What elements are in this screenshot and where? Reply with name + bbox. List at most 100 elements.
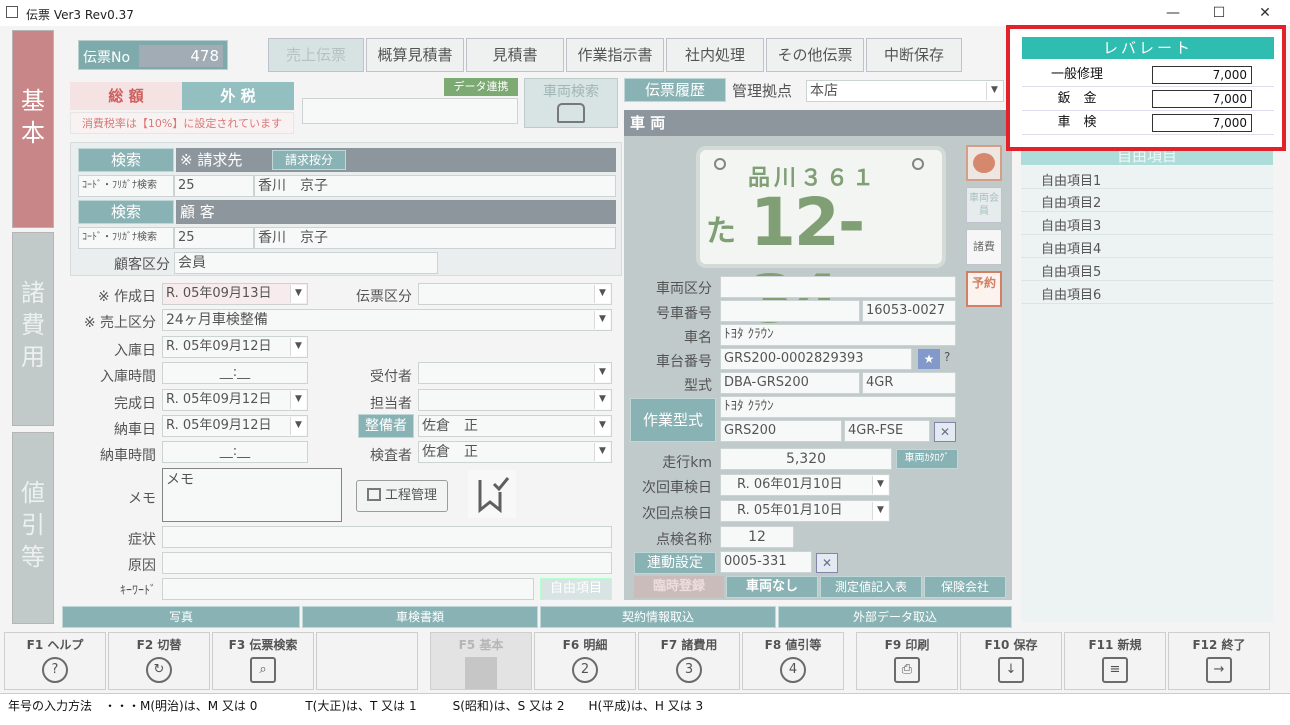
tab-photo[interactable]: 写真 [62, 606, 300, 628]
sidebar-tab-basic[interactable]: 基本 [12, 30, 54, 228]
model-no-input-a[interactable] [720, 300, 860, 322]
in-date-picker[interactable]: R. 05年09月12日 ▼ [162, 336, 308, 358]
engine-input[interactable]: 4GR [862, 372, 956, 394]
work-engine-input[interactable]: 4GR-FSE [844, 420, 930, 442]
chassis-input[interactable]: GRS200-0002829393 [720, 348, 912, 370]
car-name-input[interactable]: ﾄﾖﾀ ｸﾗｳﾝ [720, 324, 956, 346]
cause-input[interactable] [162, 552, 612, 574]
list-item[interactable]: 自由項目6 [1041, 284, 1101, 303]
deliver-time-input[interactable]: __:__ [162, 441, 308, 463]
data-link-button[interactable]: データ連携 [444, 78, 518, 96]
total-amount-field[interactable] [302, 98, 518, 124]
list-item[interactable]: 自由項目5 [1041, 261, 1101, 280]
slip-class-select[interactable]: ▼ [418, 283, 612, 305]
customer-class-input[interactable]: 会員 [174, 252, 438, 274]
customer-code-input[interactable]: 25 [174, 227, 254, 249]
f6-detail-button[interactable]: F6 明細 2 [534, 632, 636, 690]
maximize-button[interactable]: ☐ [1196, 0, 1242, 26]
tab-contract-import[interactable]: 契約情報取込 [540, 606, 776, 628]
in-time-input[interactable]: __:__ [162, 362, 308, 384]
base-select[interactable]: 本店 ▼ [806, 80, 1004, 102]
customer-name-input[interactable]: 香川 京子 [254, 227, 616, 249]
memo-textarea[interactable]: メモ [162, 468, 342, 522]
billing-code-input[interactable]: 25 [174, 175, 254, 197]
sidebar-tab-discount[interactable]: 値引等 [12, 432, 54, 624]
clear-icon[interactable]: ✕ [934, 422, 956, 442]
customer-search-button[interactable]: 検索 [78, 200, 174, 224]
expenses-button[interactable]: 諸費 [966, 229, 1002, 265]
vehicle-catalog-button[interactable]: 車両ｶﾀﾛｸﾞ [896, 449, 958, 469]
created-date-picker[interactable]: R. 05年09月13日 ▼ [162, 283, 308, 305]
vehicle-class-input[interactable] [720, 276, 956, 298]
f1-help-button[interactable]: F1 ヘルプ? [4, 632, 106, 690]
vehicle-icon-button[interactable] [966, 145, 1002, 181]
f3-slip-search-button[interactable]: F3 伝票検索 ⌕ [212, 632, 314, 690]
inspector-select[interactable]: 佐倉 正 ▼ [418, 441, 612, 463]
insurance-button[interactable]: 保険会社 [924, 576, 1006, 598]
f9-print-button[interactable]: F9 印刷 ⎙ [856, 632, 958, 690]
next-inspect-picker[interactable]: R. 06年01月10日 ▼ [720, 474, 890, 496]
list-item[interactable]: 自由項目2 [1041, 192, 1101, 211]
staff-select[interactable]: ▼ [418, 389, 612, 411]
keyword-input[interactable] [162, 578, 534, 600]
tab-rough-estimate[interactable]: 概算見積書 [366, 38, 464, 72]
tab-inspection-docs[interactable]: 車検書類 [302, 606, 538, 628]
measurement-button[interactable]: 測定値記入表 [820, 576, 922, 598]
symptom-input[interactable] [162, 526, 612, 548]
no-vehicle-button[interactable]: 車両なし [726, 576, 818, 598]
list-item[interactable]: 自由項目3 [1041, 215, 1101, 234]
billing-split-button[interactable]: 請求按分 [272, 150, 346, 170]
tab-other-slip[interactable]: その他伝票 [766, 38, 864, 72]
f5-basic-button[interactable]: F5 基本 [430, 632, 532, 690]
mechanic-select[interactable]: 佐倉 正 ▼ [418, 415, 612, 437]
tab-work-order[interactable]: 作業指示書 [566, 38, 664, 72]
work-name-input[interactable]: ﾄﾖﾀ ｸﾗｳﾝ [720, 396, 956, 418]
reservation-button[interactable]: 予約 [966, 271, 1002, 307]
sidebar-tab-expenses[interactable]: 諸費用 [12, 232, 54, 426]
f7-expenses-button[interactable]: F7 諸費用 3 [638, 632, 740, 690]
free-items-button[interactable]: 自由項目 [540, 578, 612, 600]
list-item[interactable]: 自由項目1 [1041, 170, 1101, 189]
tab-internal[interactable]: 社内処理 [666, 38, 764, 72]
sales-class-select[interactable]: 24ヶ月車検整備 ▼ [162, 309, 612, 331]
f8-discount-button[interactable]: F8 値引等 4 [742, 632, 844, 690]
bookmark-check-button[interactable] [468, 470, 516, 518]
f10-save-button[interactable]: F10 保存 ↓ [960, 632, 1062, 690]
done-date-picker[interactable]: R. 05年09月12日 ▼ [162, 389, 308, 411]
minimize-button[interactable]: — [1150, 0, 1196, 26]
process-manage-button[interactable]: 工程管理 [356, 480, 448, 512]
f12-exit-button[interactable]: F12 終了 → [1168, 632, 1270, 690]
billing-search-button[interactable]: 検索 [78, 148, 174, 172]
vehicle-member-button[interactable]: 車両会員 [966, 187, 1002, 223]
deliver-date-picker[interactable]: R. 05年09月12日 ▼ [162, 415, 308, 437]
f11-new-button[interactable]: F11 新規 ≡ [1064, 632, 1166, 690]
temp-registration-button[interactable]: 臨時登録 [634, 576, 724, 598]
link-value-spinner[interactable]: 0005-331 [720, 551, 812, 573]
next-check-picker[interactable]: R. 05年01月10日 ▼ [720, 500, 890, 522]
f2-switch-button[interactable]: F2 切替 ↻ [108, 632, 210, 690]
billing-name-input[interactable]: 香川 京子 [254, 175, 616, 197]
tab-estimate[interactable]: 見積書 [466, 38, 564, 72]
close-button[interactable]: ✕ [1242, 0, 1288, 26]
history-button[interactable]: 伝票履歴 [624, 78, 726, 102]
tab-suspend-save[interactable]: 中断保存 [866, 38, 962, 72]
clear-icon[interactable]: ✕ [816, 553, 838, 573]
help-icon[interactable]: ? [944, 350, 950, 364]
mileage-input[interactable]: 5,320 [720, 448, 892, 470]
tab-external-import[interactable]: 外部データ取込 [778, 606, 1012, 628]
tab-sales-slip[interactable]: 売上伝票 [268, 38, 364, 72]
reception-select[interactable]: ▼ [418, 362, 612, 384]
list-item[interactable]: 自由項目4 [1041, 238, 1101, 257]
rate-value-input[interactable]: 7,000 [1152, 90, 1252, 108]
rate-value-input[interactable]: 7,000 [1152, 114, 1252, 132]
model-no-input-b[interactable]: 16053-0027 [862, 300, 956, 322]
mechanic-button[interactable]: 整備者 [358, 414, 414, 438]
type-input[interactable]: DBA-GRS200 [720, 372, 860, 394]
work-type-button[interactable]: 作業型式 [630, 398, 716, 442]
star-icon[interactable]: ★ [918, 349, 940, 369]
vehicle-search-button[interactable]: 車両検索 [524, 78, 618, 128]
link-setting-button[interactable]: 連動設定 [634, 552, 716, 574]
rate-value-input[interactable]: 7,000 [1152, 66, 1252, 84]
check-name-input[interactable]: 12 [720, 526, 794, 548]
work-model-input[interactable]: GRS200 [720, 420, 842, 442]
